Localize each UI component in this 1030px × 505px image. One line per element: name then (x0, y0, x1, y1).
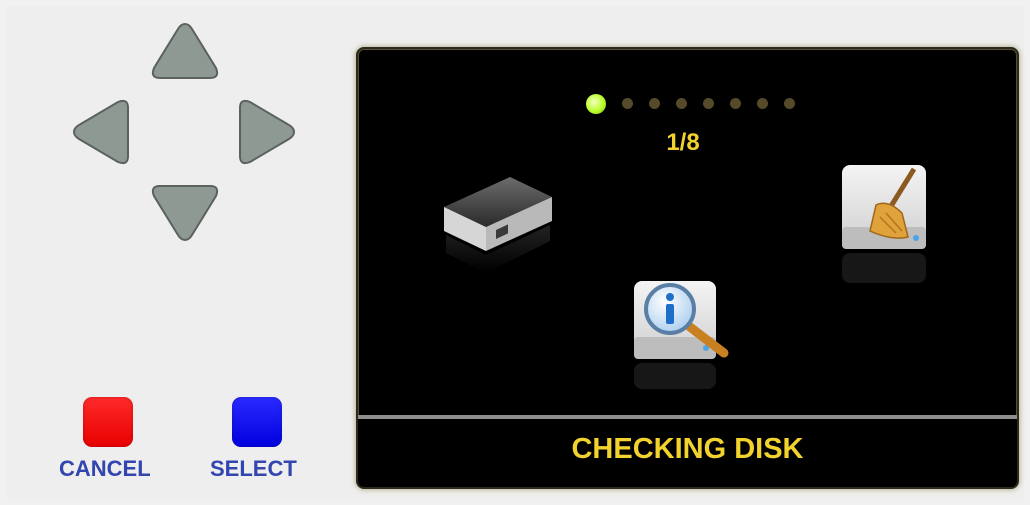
page-dot (757, 98, 768, 109)
page-dot (676, 98, 687, 109)
disk-cleanup-icon[interactable] (836, 161, 932, 291)
page-dot (622, 98, 633, 109)
device-panel: CANCEL SELECT 1/8 CHECKING DISK (6, 6, 1024, 499)
page-dot (784, 98, 795, 109)
page-dot (703, 98, 714, 109)
page-dot (649, 98, 660, 109)
dpad-up-button[interactable] (150, 20, 220, 82)
dpad-down-button[interactable] (150, 182, 220, 244)
cancel-button[interactable] (83, 397, 133, 447)
dpad-right-button[interactable] (232, 98, 298, 166)
status-text: CHECKING DISK (571, 433, 804, 465)
router-icon[interactable] (438, 169, 558, 279)
lcd-screen: 1/8 CHECKING DISK (358, 49, 1017, 487)
page-counter: 1/8 (666, 129, 700, 156)
select-button[interactable] (232, 397, 282, 447)
dpad-left-button[interactable] (70, 98, 136, 166)
page-dot (730, 98, 741, 109)
cancel-label: CANCEL (59, 456, 151, 481)
disk-check-icon[interactable] (628, 275, 738, 395)
select-label: SELECT (210, 456, 297, 481)
page-dot-active (586, 94, 606, 114)
status-bar: CHECKING DISK (358, 415, 1017, 487)
